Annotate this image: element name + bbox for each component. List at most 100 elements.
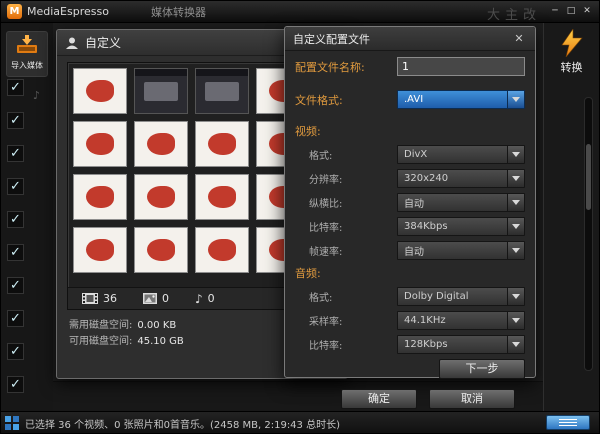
maximize-button[interactable]: □ <box>563 4 579 18</box>
video-thumbnail[interactable] <box>195 68 249 114</box>
dialog-close-icon[interactable]: ✕ <box>511 32 527 45</box>
framerate-dropdown[interactable]: 自动 <box>397 241 525 260</box>
window-title: 媒体转换器 <box>151 4 206 20</box>
chevron-down-icon <box>507 312 524 329</box>
app-name: MediaEspresso <box>27 5 109 18</box>
disk-available-value: 45.10 GB <box>137 336 183 347</box>
media-checkbox[interactable]: ✓ <box>7 145 24 162</box>
convert-label[interactable]: 转换 <box>544 59 599 75</box>
audio-bitrate-dropdown[interactable]: 128Kbps <box>397 335 525 354</box>
slider-handle[interactable] <box>586 144 591 210</box>
sample-rate-label: 采样率: <box>295 313 397 328</box>
video-section-label: 视频: <box>295 123 525 139</box>
chevron-down-icon <box>507 170 524 187</box>
framerate-label: 帧速率: <box>295 243 397 258</box>
disk-available-label: 可用磁盘空间: <box>69 336 132 347</box>
convert-panel: 转换 <box>543 23 599 411</box>
title-bar: M MediaEspresso 媒体转换器 大主改 ─ □ ✕ <box>1 1 599 23</box>
media-checkbox[interactable]: ✓ <box>7 211 24 228</box>
chevron-down-icon <box>507 242 524 259</box>
video-format-dropdown[interactable]: DivX <box>397 145 525 164</box>
file-format-dropdown[interactable]: .AVI <box>397 90 525 109</box>
import-media-button[interactable]: 导入媒体 <box>6 31 48 77</box>
music-count-group: ♪ 0 <box>195 292 215 306</box>
video-bitrate-dropdown[interactable]: 384Kbps <box>397 217 525 236</box>
photo-count: 0 <box>162 292 169 305</box>
disk-space-info: 需用磁盘空间: 0.00 KB 可用磁盘空间: 45.10 GB <box>69 318 184 350</box>
list-view-button[interactable] <box>546 415 590 430</box>
video-thumbnail[interactable] <box>195 174 249 220</box>
film-icon <box>82 293 98 304</box>
file-format-label: 文件格式: <box>295 92 397 108</box>
user-profile-icon <box>65 36 79 50</box>
thumbnail-grid <box>73 68 316 282</box>
video-thumbnail[interactable] <box>134 174 188 220</box>
sample-rate-dropdown[interactable]: 44.1KHz <box>397 311 525 330</box>
media-checkbox-column: ✓ ✓ ✓ ✓ ✓ ✓ ✓ ✓ ✓ ✓ <box>7 79 24 409</box>
audio-bitrate-label: 比特率: <box>295 337 397 352</box>
video-thumbnail[interactable] <box>73 174 127 220</box>
video-count-group: 36 <box>82 292 117 305</box>
media-checkbox[interactable]: ✓ <box>7 178 24 195</box>
status-bar: 已选择 36 个视频、0 张照片和0首音乐。(2458 MB, 2:19:43 … <box>1 411 599 433</box>
zoom-slider[interactable] <box>584 97 593 371</box>
media-checkbox[interactable]: ✓ <box>7 79 24 96</box>
disk-required-label: 需用磁盘空间: <box>69 320 132 331</box>
video-format-label: 格式: <box>295 147 397 162</box>
chevron-down-icon <box>507 146 524 163</box>
chevron-down-icon <box>507 194 524 211</box>
app-logo-icon: M <box>7 4 22 19</box>
cancel-button[interactable]: 取消 <box>429 389 515 409</box>
aspect-ratio-label: 纵横比: <box>295 195 397 210</box>
audio-format-dropdown[interactable]: Dolby Digital <box>397 287 525 306</box>
media-checkbox[interactable]: ✓ <box>7 277 24 294</box>
video-bitrate-label: 比特率: <box>295 219 397 234</box>
music-note-icon: ♪ <box>195 292 203 306</box>
selection-status-text: 已选择 36 个视频、0 张照片和0首音乐。(2458 MB, 2:19:43 … <box>25 416 340 431</box>
minimize-button[interactable]: ─ <box>547 4 563 18</box>
close-button[interactable]: ✕ <box>579 4 595 18</box>
watermark-text: 大主改 <box>487 4 541 23</box>
music-count: 0 <box>208 292 215 305</box>
import-media-label: 导入媒体 <box>7 60 47 71</box>
left-toolbar: 导入媒体 ♪ ✓ ✓ ✓ ✓ ✓ ✓ ✓ ✓ ✓ ✓ <box>1 23 53 411</box>
media-checkbox[interactable]: ✓ <box>7 112 24 129</box>
video-thumbnail[interactable] <box>134 227 188 273</box>
chevron-down-icon <box>507 288 524 305</box>
media-checkbox[interactable]: ✓ <box>7 244 24 261</box>
media-checkbox[interactable]: ✓ <box>7 376 24 393</box>
app-window: M MediaEspresso 媒体转换器 大主改 ─ □ ✕ 导入媒体 ♪ ✓… <box>0 0 600 434</box>
audio-section-label: 音频: <box>295 265 525 281</box>
music-note-icon: ♪ <box>33 89 40 102</box>
video-thumbnail[interactable] <box>134 121 188 167</box>
profile-name-label: 配置文件名称: <box>295 59 397 75</box>
video-thumbnail[interactable] <box>134 68 188 114</box>
disk-required-value: 0.00 KB <box>137 320 176 331</box>
custom-dialog-title: 自定义 <box>85 34 121 51</box>
chevron-down-icon <box>507 91 524 108</box>
media-checkbox[interactable]: ✓ <box>7 310 24 327</box>
video-thumbnail[interactable] <box>73 227 127 273</box>
aspect-ratio-dropdown[interactable]: 自动 <box>397 193 525 212</box>
lightning-icon <box>559 29 585 61</box>
video-thumbnail[interactable] <box>195 227 249 273</box>
profile-dialog-header: 自定义配置文件 ✕ <box>285 27 535 51</box>
audio-format-label: 格式: <box>295 289 397 304</box>
import-media-icon <box>14 35 40 55</box>
video-thumbnail[interactable] <box>73 68 127 114</box>
library-icon <box>5 416 19 430</box>
chevron-down-icon <box>507 218 524 235</box>
resolution-label: 分辨率: <box>295 171 397 186</box>
profile-name-input[interactable] <box>397 57 525 76</box>
photo-icon <box>143 293 157 304</box>
ok-button[interactable]: 确定 <box>341 389 417 409</box>
video-count: 36 <box>103 292 117 305</box>
profile-dialog-title: 自定义配置文件 <box>293 31 511 47</box>
chevron-down-icon <box>507 336 524 353</box>
resolution-dropdown[interactable]: 320x240 <box>397 169 525 188</box>
media-checkbox[interactable]: ✓ <box>7 343 24 360</box>
video-thumbnail[interactable] <box>73 121 127 167</box>
photo-count-group: 0 <box>143 292 169 305</box>
video-thumbnail[interactable] <box>195 121 249 167</box>
next-button[interactable]: 下一步 <box>439 359 525 379</box>
